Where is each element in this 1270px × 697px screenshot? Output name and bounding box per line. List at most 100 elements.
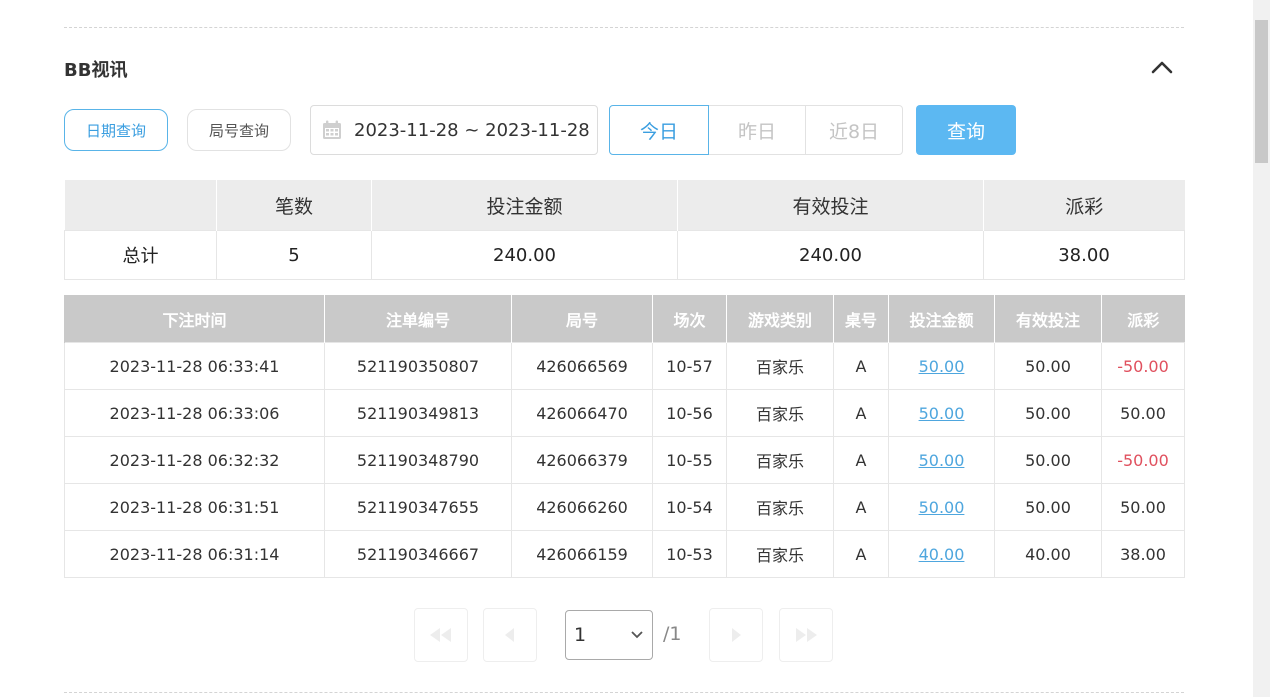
quick-date-group: 今日 昨日 近8日: [609, 105, 905, 155]
valid-bet-cell: 50.00: [994, 389, 1102, 437]
section-title: BB视讯: [64, 60, 128, 81]
bet-time-cell: 2023-11-28 06:31:14: [64, 530, 325, 578]
bet-time-cell: 2023-11-28 06:31:51: [64, 483, 325, 531]
prev-page-button[interactable]: [483, 608, 537, 662]
round-id-cell: 426066260: [511, 483, 653, 531]
summary-cell: 240.00: [677, 230, 984, 280]
details-header-row: 下注时间 注单编号 局号 场次 游戏类别 桌号 投注金额 有效投注 派彩: [64, 295, 1185, 343]
summary-cell: 总计: [64, 230, 217, 280]
last-page-button[interactable]: [779, 608, 833, 662]
session-cell: 10-56: [652, 389, 727, 437]
payout-cell: 50.00: [1101, 483, 1185, 531]
table-row: 2023-11-28 06:31:51 521190347655 4260662…: [64, 483, 1185, 531]
summary-cell: 5: [216, 230, 372, 280]
session-cell: 10-57: [652, 342, 727, 390]
column-header: 局号: [511, 295, 653, 343]
valid-bet-cell: 40.00: [994, 530, 1102, 578]
session-cell: 10-55: [652, 436, 727, 484]
column-header: 下注时间: [64, 295, 325, 343]
next-page-icon: [732, 628, 741, 642]
summary-header: 派彩: [983, 180, 1185, 231]
bet-id-cell: 521190349813: [324, 389, 512, 437]
table-row: 2023-11-28 06:31:14 521190346667 4260661…: [64, 530, 1185, 578]
last-8-days-button[interactable]: 近8日: [805, 105, 903, 155]
summary-header: 有效投注: [677, 180, 984, 231]
valid-bet-cell: 50.00: [994, 342, 1102, 390]
summary-table: 笔数 投注金额 有效投注 派彩 总计 5 240.00 240.00 38.00: [64, 180, 1185, 280]
bet-id-cell: 521190347655: [324, 483, 512, 531]
scrollbar-thumb[interactable]: [1255, 20, 1268, 163]
summary-header: 投注金额: [371, 180, 678, 231]
column-header: 桌号: [833, 295, 889, 343]
date-query-tab[interactable]: 日期查询: [64, 109, 168, 151]
page-total: /1: [663, 623, 682, 645]
page-select[interactable]: 1: [565, 610, 653, 660]
summary-header-row: 笔数 投注金额 有效投注 派彩: [64, 180, 1185, 231]
column-header: 有效投注: [994, 295, 1102, 343]
valid-bet-cell: 50.00: [994, 483, 1102, 531]
bet-amount-link[interactable]: 50.00: [888, 389, 995, 437]
table-no-cell: A: [833, 389, 889, 437]
table-row: 2023-11-28 06:32:32 521190348790 4260663…: [64, 436, 1185, 484]
summary-cell: 240.00: [371, 230, 678, 280]
table-no-cell: A: [833, 436, 889, 484]
game-type-cell: 百家乐: [726, 342, 834, 390]
chevron-up-icon[interactable]: [1150, 56, 1174, 80]
top-divider: [64, 27, 1184, 28]
bet-id-cell: 521190350807: [324, 342, 512, 390]
bet-time-cell: 2023-11-28 06:33:06: [64, 389, 325, 437]
bottom-divider: [64, 692, 1184, 693]
session-cell: 10-53: [652, 530, 727, 578]
column-header: 注单编号: [324, 295, 512, 343]
bet-amount-link[interactable]: 50.00: [888, 342, 995, 390]
table-row: 2023-11-28 06:33:06 521190349813 4260664…: [64, 389, 1185, 437]
last-page-icon: [796, 628, 817, 642]
today-button[interactable]: 今日: [609, 105, 709, 155]
column-header: 投注金额: [888, 295, 995, 343]
chevron-down-icon: [631, 631, 643, 639]
valid-bet-cell: 50.00: [994, 436, 1102, 484]
summary-header: 笔数: [216, 180, 372, 231]
table-no-cell: A: [833, 530, 889, 578]
summary-total-row: 总计 5 240.00 240.00 38.00: [64, 230, 1185, 280]
game-type-cell: 百家乐: [726, 389, 834, 437]
round-query-tab[interactable]: 局号查询: [187, 109, 291, 151]
bet-id-cell: 521190348790: [324, 436, 512, 484]
bet-time-cell: 2023-11-28 06:32:32: [64, 436, 325, 484]
bet-amount-link[interactable]: 50.00: [888, 483, 995, 531]
game-type-cell: 百家乐: [726, 436, 834, 484]
session-cell: 10-54: [652, 483, 727, 531]
payout-cell: -50.00: [1101, 342, 1185, 390]
yesterday-button[interactable]: 昨日: [708, 105, 806, 155]
game-type-cell: 百家乐: [726, 530, 834, 578]
payout-cell: -50.00: [1101, 436, 1185, 484]
first-page-button[interactable]: [414, 608, 468, 662]
bet-details-table: 下注时间 注单编号 局号 场次 游戏类别 桌号 投注金额 有效投注 派彩 202…: [64, 295, 1185, 578]
column-header: 场次: [652, 295, 727, 343]
round-id-cell: 426066569: [511, 342, 653, 390]
page: BB视讯 日期查询 局号查询 2023-11-28 ~ 2023-11-28 今…: [0, 0, 1270, 697]
prev-page-icon: [505, 628, 514, 642]
current-page-value: 1: [574, 624, 587, 646]
table-no-cell: A: [833, 483, 889, 531]
round-id-cell: 426066379: [511, 436, 653, 484]
summary-header: [64, 180, 217, 231]
round-id-cell: 426066470: [511, 389, 653, 437]
bet-id-cell: 521190346667: [324, 530, 512, 578]
bet-amount-link[interactable]: 40.00: [888, 530, 995, 578]
bet-time-cell: 2023-11-28 06:33:41: [64, 342, 325, 390]
date-range-text: 2023-11-28 ~ 2023-11-28: [354, 119, 590, 141]
table-row: 2023-11-28 06:33:41 521190350807 4260665…: [64, 342, 1185, 390]
vertical-scrollbar[interactable]: [1253, 0, 1270, 697]
game-type-cell: 百家乐: [726, 483, 834, 531]
column-header: 派彩: [1101, 295, 1185, 343]
payout-cell: 38.00: [1101, 530, 1185, 578]
next-page-button[interactable]: [709, 608, 763, 662]
bet-amount-link[interactable]: 50.00: [888, 436, 995, 484]
date-range-picker[interactable]: 2023-11-28 ~ 2023-11-28: [310, 105, 598, 155]
first-page-icon: [430, 628, 451, 642]
column-header: 游戏类别: [726, 295, 834, 343]
round-id-cell: 426066159: [511, 530, 653, 578]
summary-cell: 38.00: [983, 230, 1185, 280]
query-button[interactable]: 查询: [916, 105, 1016, 155]
